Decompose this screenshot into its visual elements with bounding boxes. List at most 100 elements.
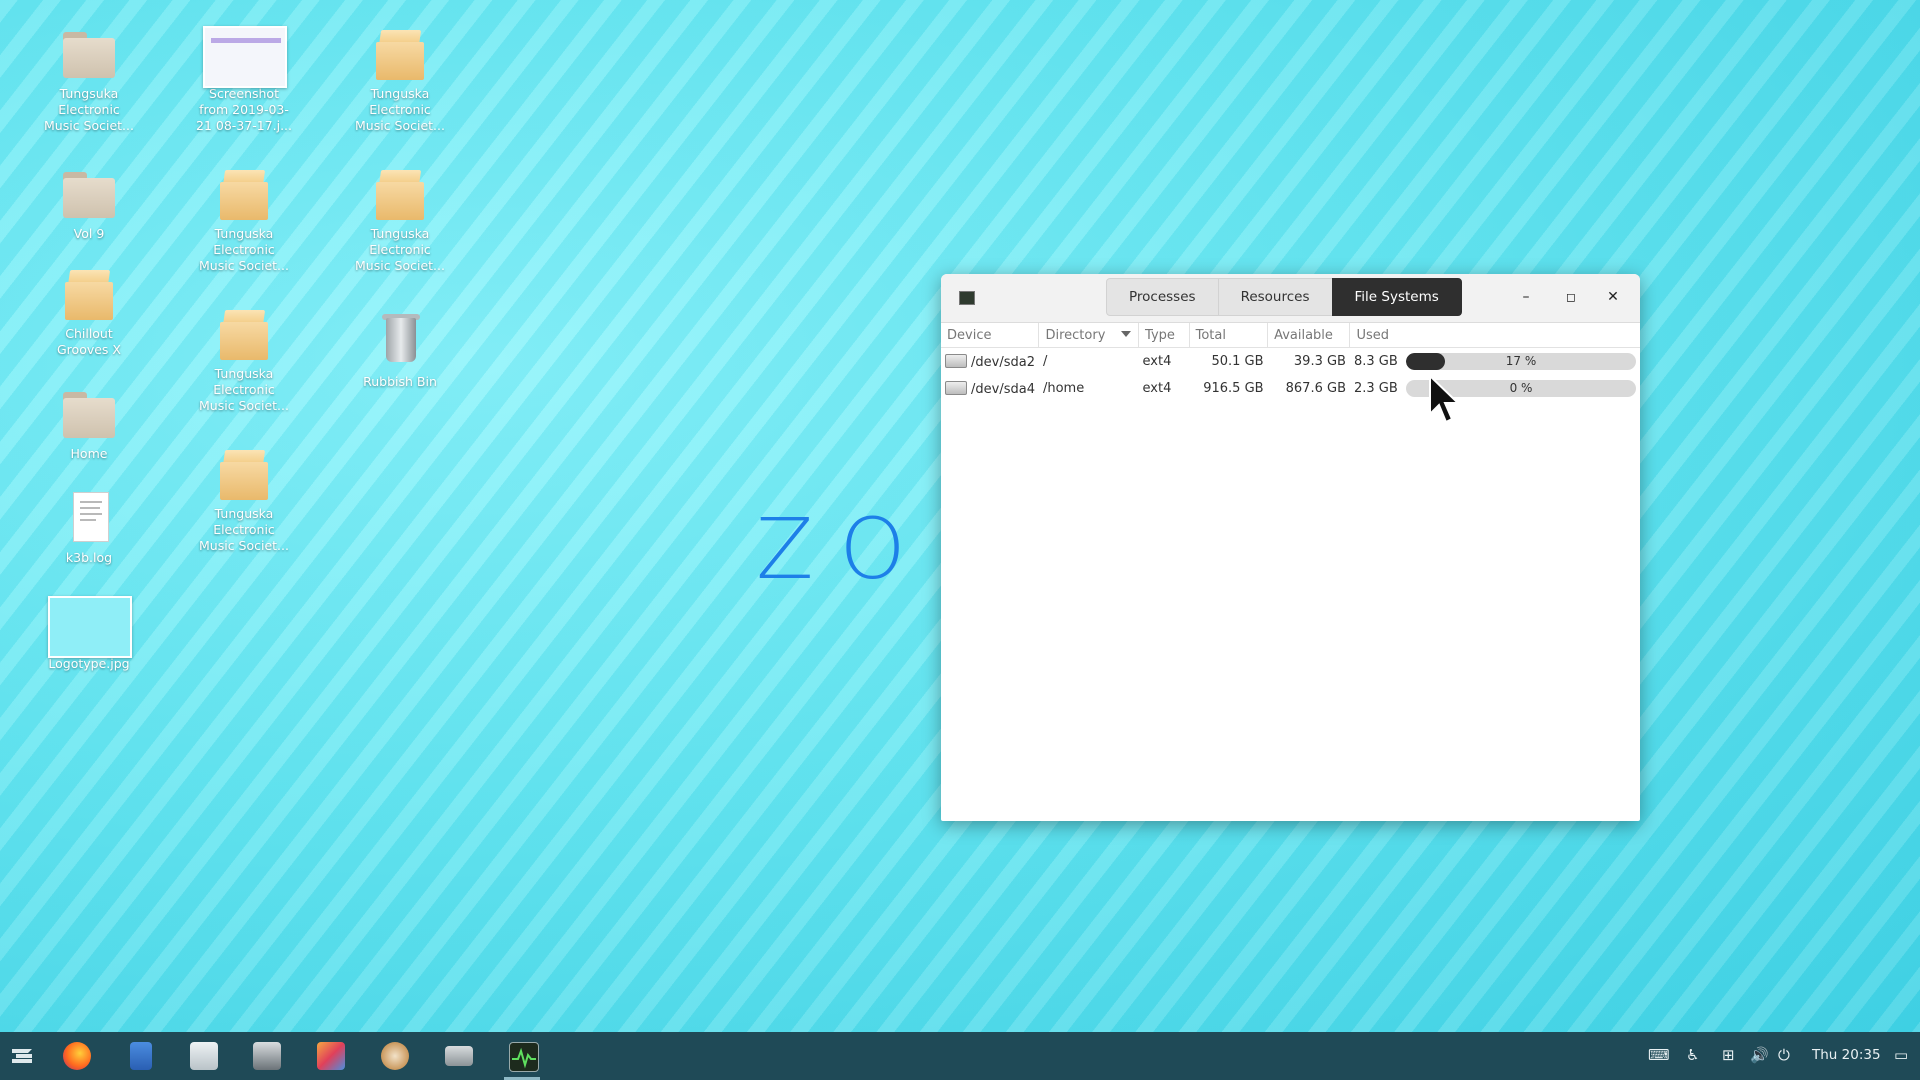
total-cell: 50.1 GB bbox=[1211, 354, 1264, 369]
taskbar-system-monitor[interactable] bbox=[492, 1032, 552, 1080]
desktop-icon-label: Rubbish Bin bbox=[363, 374, 437, 389]
desktop-icon-label: Chillout Grooves X bbox=[57, 326, 121, 357]
desktop-icon-screenshot[interactable]: Screenshot from 2019-03- 21 08-37-17.j..… bbox=[189, 24, 299, 134]
desktop-icon-label: Tunguska Electronic Music Societ... bbox=[199, 366, 289, 413]
volume-icon[interactable]: 🔊 bbox=[1750, 1046, 1769, 1064]
system-monitor-icon bbox=[509, 1042, 539, 1072]
used-cell: 2.3 GB bbox=[1353, 381, 1398, 396]
directory-cell: /home bbox=[1042, 381, 1085, 396]
desktop-icon-box[interactable]: Tunguska Electronic Music Societ... bbox=[345, 164, 455, 274]
taskbar-drives[interactable] bbox=[428, 1032, 488, 1080]
desktop-icon-label: Logotype.jpg bbox=[48, 656, 130, 671]
notifications-icon[interactable]: ▭ bbox=[1894, 1046, 1908, 1064]
desktop-icon-box[interactable]: Tunguska Electronic Music Societ... bbox=[189, 164, 299, 274]
image-thumbnail-icon bbox=[48, 594, 132, 658]
home-folder-icon bbox=[59, 384, 119, 444]
desktop-icon-folder[interactable]: Vol 9 bbox=[34, 164, 144, 242]
package-icon bbox=[214, 304, 274, 364]
sort-descending-icon bbox=[1121, 330, 1132, 337]
desktop-icon-label: Tunguska Electronic Music Societ... bbox=[199, 226, 289, 273]
desktop-icon-k3b-log[interactable]: k3b.log bbox=[34, 488, 144, 566]
screenshot-icon bbox=[253, 1042, 281, 1070]
desktop-icon-logotype[interactable]: Logotype.jpg bbox=[34, 594, 144, 672]
folder-icon bbox=[59, 24, 119, 84]
desktop-icon-label: k3b.log bbox=[65, 550, 113, 565]
taskbar-settings[interactable] bbox=[300, 1032, 360, 1080]
usage-bar-cell: 17 % bbox=[1402, 348, 1640, 376]
usage-percent: 17 % bbox=[1505, 354, 1537, 368]
network-icon[interactable]: ⊞ bbox=[1722, 1046, 1735, 1064]
desktop-icon-folder[interactable]: Tungsuka Electronic Music Societ... bbox=[34, 24, 144, 134]
minimize-button[interactable]: – bbox=[1516, 287, 1536, 307]
column-header-available[interactable]: Available bbox=[1267, 323, 1351, 348]
column-header-total[interactable]: Total bbox=[1189, 323, 1269, 348]
files-icon bbox=[130, 1042, 152, 1070]
taskbar-backup[interactable] bbox=[364, 1032, 424, 1080]
taskbar-files[interactable] bbox=[110, 1032, 170, 1080]
type-cell: ext4 bbox=[1142, 381, 1172, 396]
column-header-type[interactable]: Type bbox=[1138, 323, 1190, 348]
taskbar-firefox[interactable] bbox=[46, 1032, 106, 1080]
close-button[interactable]: ✕ bbox=[1603, 287, 1623, 307]
settings-icon bbox=[317, 1042, 345, 1070]
desktop-icon-label: Home bbox=[70, 446, 108, 461]
maximize-button[interactable]: ◻ bbox=[1561, 287, 1581, 307]
trash-icon bbox=[370, 312, 430, 372]
desktop-icon-box[interactable]: Tunguska Electronic Music Societ... bbox=[189, 444, 299, 554]
package-icon bbox=[370, 164, 430, 224]
keyboard-layout-icon[interactable]: ⌨ bbox=[1648, 1046, 1670, 1064]
column-header-used[interactable]: Used bbox=[1349, 323, 1640, 348]
directory-cell: / bbox=[1042, 354, 1048, 369]
column-header-label: Total bbox=[1195, 327, 1226, 343]
system-monitor-app-icon bbox=[959, 291, 975, 305]
package-icon bbox=[214, 164, 274, 224]
package-icon bbox=[214, 444, 274, 504]
software-icon bbox=[190, 1042, 218, 1070]
mouse-pointer-icon bbox=[1429, 374, 1461, 424]
desktop-icon-home[interactable]: Home bbox=[34, 384, 144, 462]
tab-file-systems[interactable]: File Systems bbox=[1331, 278, 1462, 316]
filesystems-table: Device Directory Type Total Available Us… bbox=[941, 323, 1640, 402]
desktop-icon-label: Tunguska Electronic Music Societ... bbox=[199, 506, 289, 553]
device-name: /dev/sda2 bbox=[971, 354, 1035, 370]
document-icon bbox=[59, 488, 119, 548]
drive-icon bbox=[945, 380, 967, 395]
desktop-icon-box[interactable]: Tunguska Electronic Music Societ... bbox=[189, 304, 299, 414]
wallpaper-logo-text: ZO bbox=[756, 500, 932, 598]
tab-resources[interactable]: Resources bbox=[1217, 278, 1333, 316]
window-titlebar[interactable]: Processes Resources File Systems – ◻ ✕ bbox=[941, 274, 1640, 323]
folder-icon bbox=[59, 164, 119, 224]
system-monitor-window: Processes Resources File Systems – ◻ ✕ D… bbox=[941, 274, 1640, 821]
column-header-label: Directory bbox=[1045, 327, 1106, 343]
tab-processes[interactable]: Processes bbox=[1106, 278, 1219, 316]
column-header-label: Used bbox=[1356, 327, 1390, 343]
column-header-device[interactable]: Device bbox=[941, 323, 1040, 348]
power-icon[interactable]: ⏻ bbox=[1778, 1046, 1790, 1064]
device-cell: /dev/sda2 bbox=[941, 348, 1039, 376]
column-header-label: Available bbox=[1274, 327, 1333, 343]
table-row[interactable]: /dev/sda4 /home ext4 916.5 GB 867.6 GB 2… bbox=[941, 375, 1640, 402]
type-cell: ext4 bbox=[1142, 354, 1172, 369]
total-cell: 916.5 GB bbox=[1203, 381, 1264, 396]
desktop-icon-box[interactable]: Chillout Grooves X bbox=[34, 264, 144, 358]
taskbar-software[interactable] bbox=[173, 1032, 233, 1080]
clock[interactable]: Thu 20:35 bbox=[1812, 1047, 1881, 1063]
view-switcher: Processes Resources File Systems bbox=[1106, 278, 1462, 316]
image-thumbnail-icon bbox=[203, 24, 287, 88]
desktop-icon-rubbish-bin[interactable]: Rubbish Bin bbox=[345, 312, 455, 390]
table-row[interactable]: /dev/sda2 / ext4 50.1 GB 39.3 GB 8.3 GB … bbox=[941, 348, 1640, 376]
firefox-icon bbox=[63, 1042, 91, 1070]
taskbar: ⌨ ♿ ⊞ 🔊 ⏻ Thu 20:35 ▭ bbox=[0, 1032, 1920, 1080]
desktop-icon-label: Screenshot from 2019-03- 21 08-37-17.j..… bbox=[196, 86, 292, 133]
drive-icon bbox=[945, 353, 967, 368]
package-icon bbox=[59, 264, 119, 324]
column-header-directory[interactable]: Directory bbox=[1038, 323, 1140, 348]
taskbar-screenshot[interactable] bbox=[236, 1032, 296, 1080]
column-header-label: Type bbox=[1145, 327, 1175, 343]
desktop-icon-box[interactable]: Tunguska Electronic Music Societ... bbox=[345, 24, 455, 134]
backup-icon bbox=[381, 1042, 409, 1070]
desktop-icon-label: Tungsuka Electronic Music Societ... bbox=[44, 86, 134, 133]
accessibility-icon[interactable]: ♿ bbox=[1686, 1046, 1699, 1064]
drives-icon bbox=[445, 1046, 473, 1066]
table-header-row: Device Directory Type Total Available Us… bbox=[941, 323, 1640, 348]
